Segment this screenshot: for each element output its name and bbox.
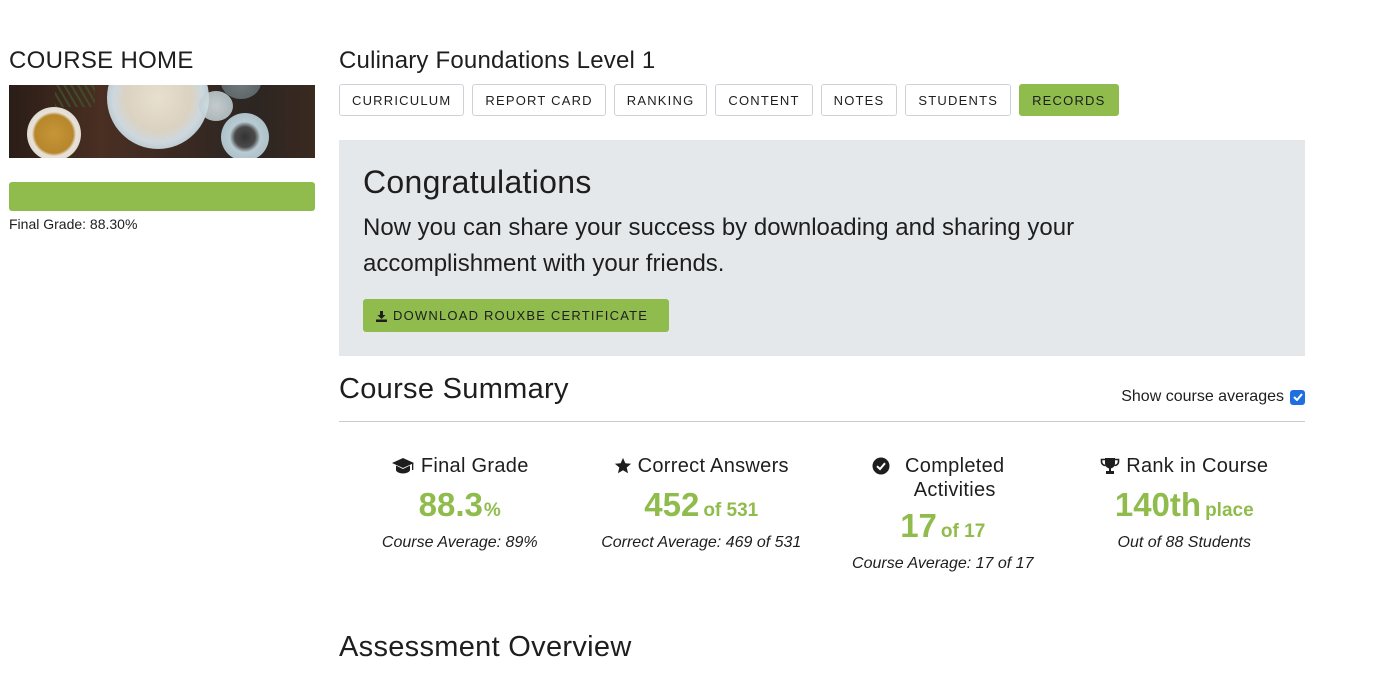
show-averages-label: Show course averages [1121, 388, 1284, 405]
tab-curriculum[interactable]: CURRICULUM [339, 84, 465, 116]
stat-average: Out of 88 Students [1117, 534, 1251, 551]
download-certificate-button[interactable]: DOWNLOAD ROUXBE CERTIFICATE [363, 299, 669, 332]
stat-suffix: of 531 [703, 500, 759, 521]
graduation-cap-icon [391, 457, 415, 481]
star-icon [614, 457, 632, 481]
tab-students[interactable]: STUDENTS [905, 84, 1012, 116]
stat-average: Course Average: 17 of 17 [852, 555, 1034, 572]
download-icon [376, 310, 387, 322]
course-home-heading[interactable]: COURSE HOME [9, 44, 315, 78]
check-circle-icon [872, 457, 890, 481]
course-tabs: CURRICULUM REPORT CARD RANKING CONTENT N… [339, 84, 1305, 116]
stat-value: 452 [644, 486, 700, 523]
summary-stats: Final Grade 88.3% Course Average: 89% Co… [339, 454, 1305, 573]
stat-label: Final Grade [420, 455, 529, 477]
course-image [9, 85, 315, 158]
stat-average: Course Average: 89% [381, 534, 538, 551]
stat-suffix: of 17 [940, 521, 986, 542]
summary-divider [339, 421, 1305, 422]
course-summary-title: Course Summary [339, 373, 569, 405]
stat-label: Correct Answers [637, 455, 789, 477]
congratulations-message: Now you can share your success by downlo… [363, 214, 1075, 277]
congratulations-panel: Congratulations Now you can share your s… [339, 140, 1305, 356]
tab-report-card[interactable]: REPORT CARD [472, 84, 606, 116]
stat-average: Correct Average: 469 of 531 [601, 534, 802, 551]
final-grade-text: Final Grade: 88.30% [9, 216, 138, 232]
course-progress-fill [9, 182, 315, 211]
main-content: Culinary Foundations Level 1 CURRICULUM … [339, 44, 1305, 573]
tab-records[interactable]: RECORDS [1019, 84, 1119, 116]
stat-value: 88.3 [418, 486, 483, 523]
stat-rank-in-course: Rank in Course 140th place Out of 88 Stud… [1064, 454, 1306, 573]
course-title: Culinary Foundations Level 1 [339, 47, 656, 74]
download-certificate-label: DOWNLOAD ROUXBE CERTIFICATE [393, 308, 649, 323]
stat-value: 140th [1114, 486, 1202, 523]
course-summary-header: Course Summary Show course averages [339, 370, 1305, 408]
stat-suffix: place [1205, 500, 1254, 521]
sidebar: COURSE HOME Final Grade: 88.30% [9, 44, 315, 232]
show-averages-toggle[interactable]: Show course averages [1121, 388, 1305, 406]
assessment-overview-title: Assessment Overview [339, 631, 632, 663]
stat-value: 17 [900, 507, 937, 544]
congratulations-title: Congratulations [363, 164, 592, 200]
tab-content[interactable]: CONTENT [715, 84, 813, 116]
tab-notes[interactable]: NOTES [820, 84, 898, 116]
stat-correct-answers: Correct Answers 452 of 531 Correct Averag… [581, 454, 823, 573]
trophy-icon [1100, 457, 1120, 481]
stat-completed-activities: Completed Activities 17 of 17 Course Aver… [822, 454, 1064, 573]
stat-label: Completed Activities [905, 455, 1005, 501]
course-progress-bar [9, 182, 315, 211]
tab-ranking[interactable]: RANKING [613, 84, 708, 116]
show-averages-checkbox[interactable] [1290, 389, 1305, 405]
stat-label: Rank in Course [1126, 455, 1269, 477]
stat-final-grade: Final Grade 88.3% Course Average: 89% [339, 454, 581, 573]
stat-suffix: % [483, 500, 501, 521]
